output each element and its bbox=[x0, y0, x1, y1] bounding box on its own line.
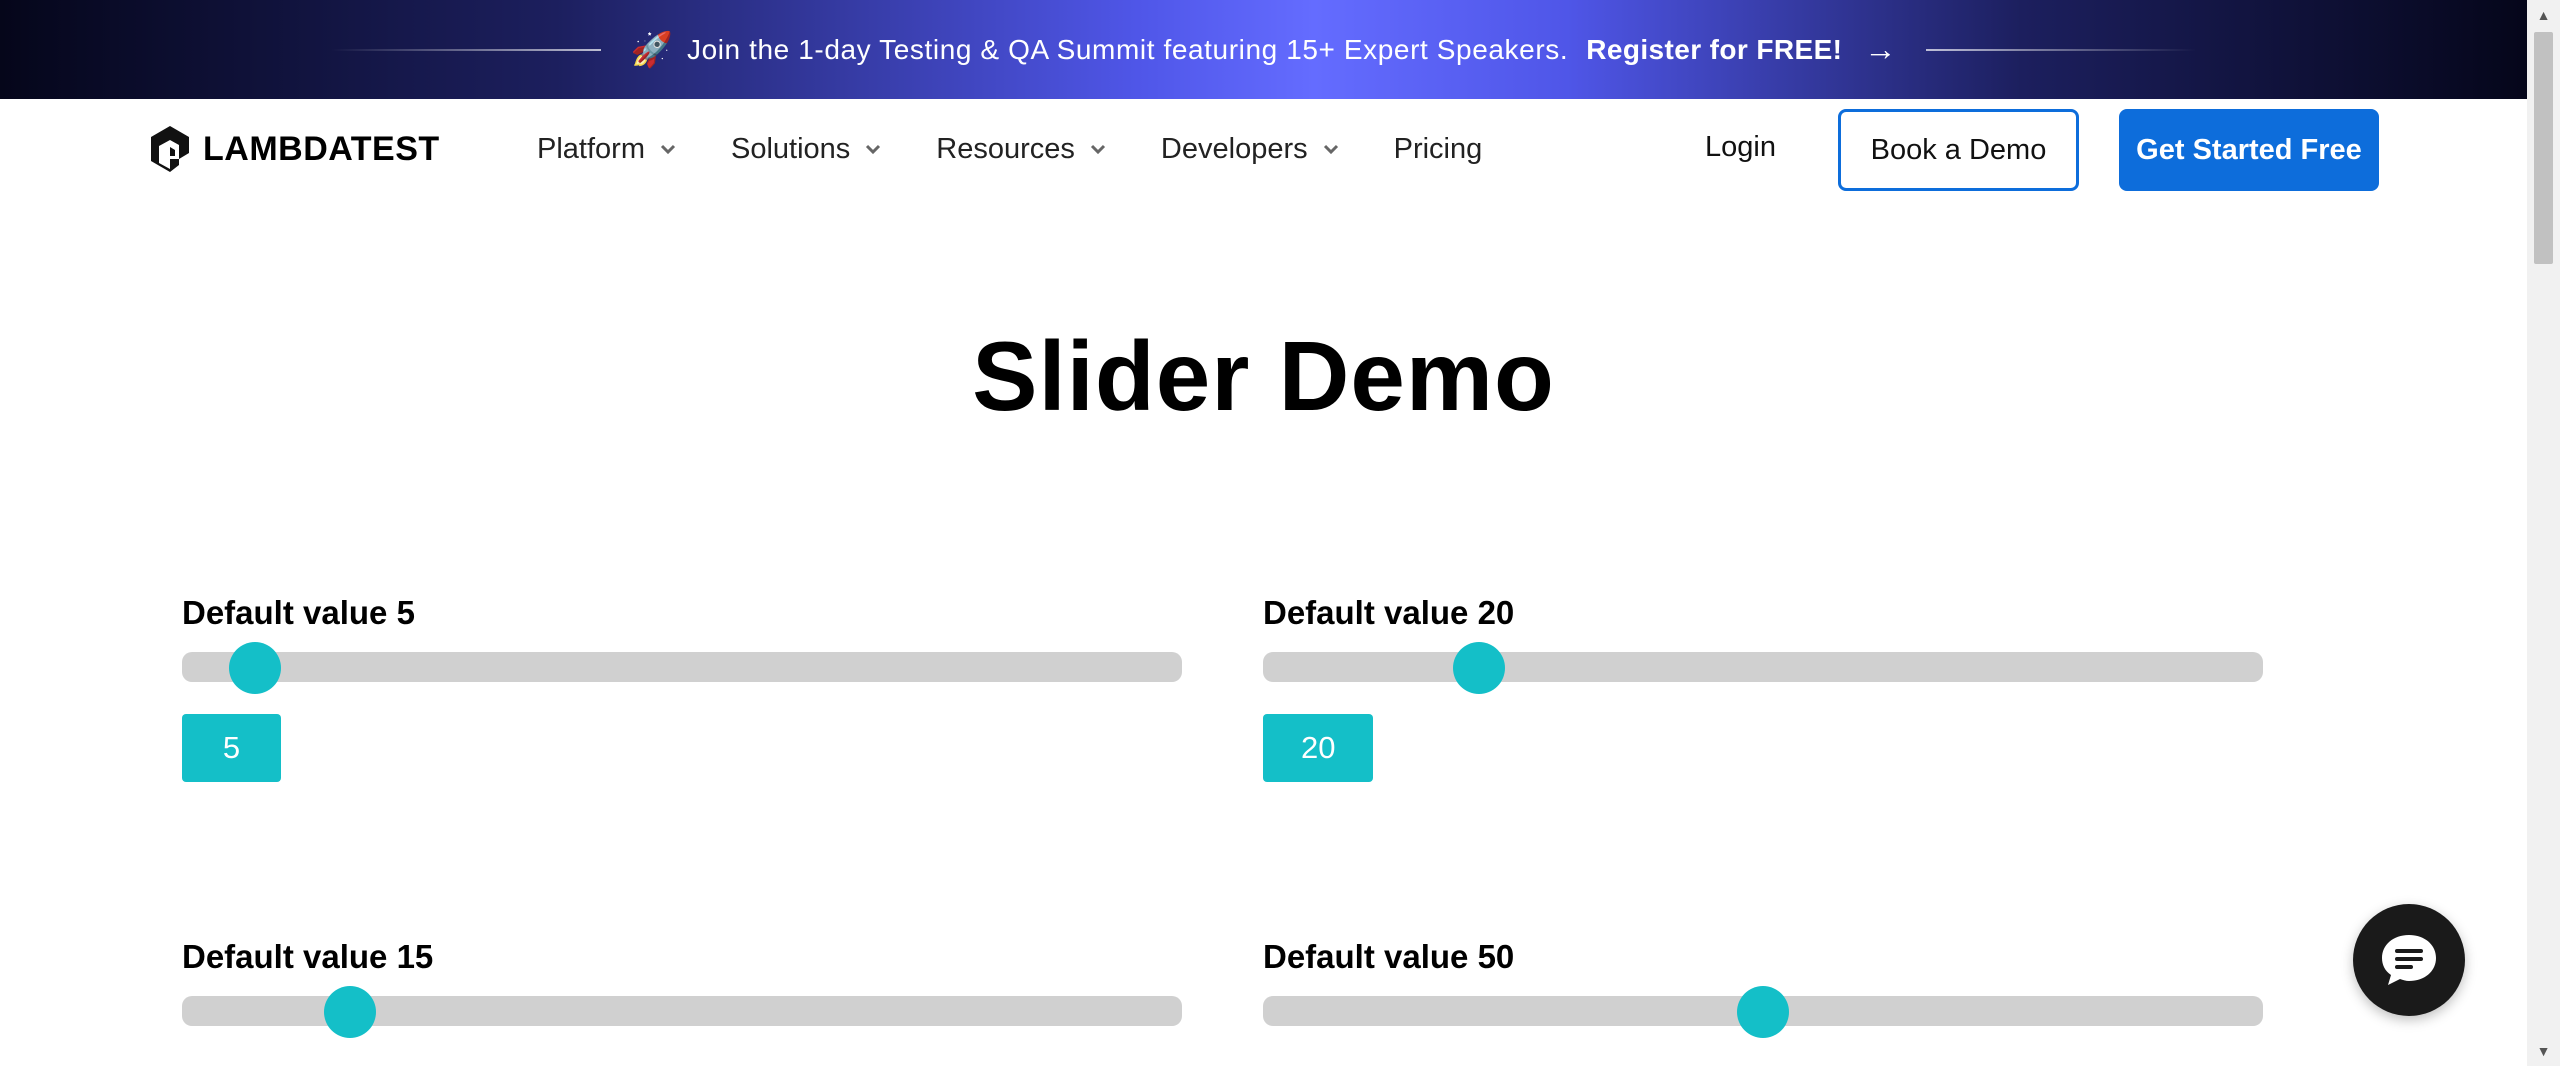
lambdatest-logo-icon bbox=[151, 126, 189, 172]
nav-item-label: Solutions bbox=[730, 132, 851, 165]
slider-thumb[interactable] bbox=[324, 986, 377, 1038]
slider-track[interactable] bbox=[1263, 986, 2263, 1038]
nav-item-label: Developers bbox=[1160, 132, 1308, 165]
slider-label: Default value 50 bbox=[1263, 938, 1515, 975]
announcement-banner[interactable]: 🚀 Join the 1-day Testing & QA Summit fea… bbox=[0, 0, 2527, 99]
chat-bubble-icon bbox=[2382, 935, 2436, 985]
nav-item-developers[interactable]: Developers bbox=[1161, 133, 1340, 166]
vertical-scrollbar[interactable]: ▲ ▼ bbox=[2527, 0, 2560, 1066]
slider-thumb[interactable] bbox=[1452, 642, 1505, 694]
slider-value-badge: 5 bbox=[182, 714, 281, 782]
scroll-up-arrow-icon[interactable]: ▲ bbox=[2527, 0, 2560, 30]
nav-item-resources[interactable]: Resources bbox=[936, 133, 1107, 166]
slider-thumb[interactable] bbox=[1737, 986, 1789, 1038]
nav-item-pricing[interactable]: Pricing bbox=[1394, 133, 1483, 166]
nav-item-platform[interactable]: Platform bbox=[537, 133, 677, 166]
slider-label: Default value 15 bbox=[182, 938, 434, 975]
arrow-right-icon[interactable]: → bbox=[1864, 31, 1896, 68]
slider-value-badge: 20 bbox=[1263, 714, 1374, 782]
login-link[interactable]: Login bbox=[1705, 131, 1776, 164]
get-started-button[interactable]: Get Started Free bbox=[2119, 109, 2379, 191]
slider-block: Default value 50 bbox=[1263, 938, 2263, 1038]
scrollbar-thumb[interactable] bbox=[2534, 32, 2553, 264]
chat-button[interactable] bbox=[2353, 904, 2465, 1016]
slider-label: Default value 20 bbox=[1263, 594, 1515, 631]
slider-label: Default value 5 bbox=[182, 594, 415, 631]
nav-item-label: Resources bbox=[936, 132, 1075, 165]
page: 🚀 Join the 1-day Testing & QA Summit fea… bbox=[0, 0, 2560, 1066]
slider-block: Default value 15 bbox=[182, 938, 1182, 1038]
banner-divider-left bbox=[330, 48, 601, 51]
logo-text: LAMBDATEST bbox=[203, 129, 440, 168]
scroll-down-arrow-icon[interactable]: ▼ bbox=[2527, 1036, 2560, 1066]
slider-track[interactable] bbox=[182, 642, 1182, 694]
slider-block: Default value 5 5 bbox=[182, 594, 1182, 782]
register-link[interactable]: Register for FREE! bbox=[1586, 34, 1842, 66]
banner-content[interactable]: 🚀 Join the 1-day Testing & QA Summit fea… bbox=[631, 31, 1897, 68]
banner-divider-right bbox=[1926, 48, 2197, 51]
nav-item-label: Platform bbox=[537, 132, 645, 165]
book-demo-button[interactable]: Book a Demo bbox=[1838, 109, 2079, 191]
chevron-down-icon bbox=[1090, 144, 1105, 155]
site-header: LAMBDATEST Platform Solutions Resources … bbox=[0, 99, 2527, 199]
slider-track[interactable] bbox=[1263, 642, 2263, 694]
page-title: Slider Demo bbox=[972, 321, 1555, 431]
chevron-down-icon bbox=[660, 144, 676, 155]
chevron-down-icon bbox=[866, 144, 881, 155]
slider-block: Default value 20 20 bbox=[1263, 594, 2263, 782]
slider-thumb[interactable] bbox=[229, 642, 282, 694]
banner-text: Join the 1-day Testing & QA Summit featu… bbox=[686, 33, 1569, 65]
nav-item-solutions[interactable]: Solutions bbox=[731, 133, 882, 166]
logo[interactable]: LAMBDATEST bbox=[145, 123, 440, 175]
slider-track[interactable] bbox=[182, 986, 1182, 1038]
main-nav: Platform Solutions Resources Developers … bbox=[537, 129, 1536, 169]
chevron-down-icon bbox=[1323, 144, 1338, 155]
rocket-icon: 🚀 bbox=[630, 30, 673, 69]
nav-item-label: Pricing bbox=[1393, 132, 1483, 165]
